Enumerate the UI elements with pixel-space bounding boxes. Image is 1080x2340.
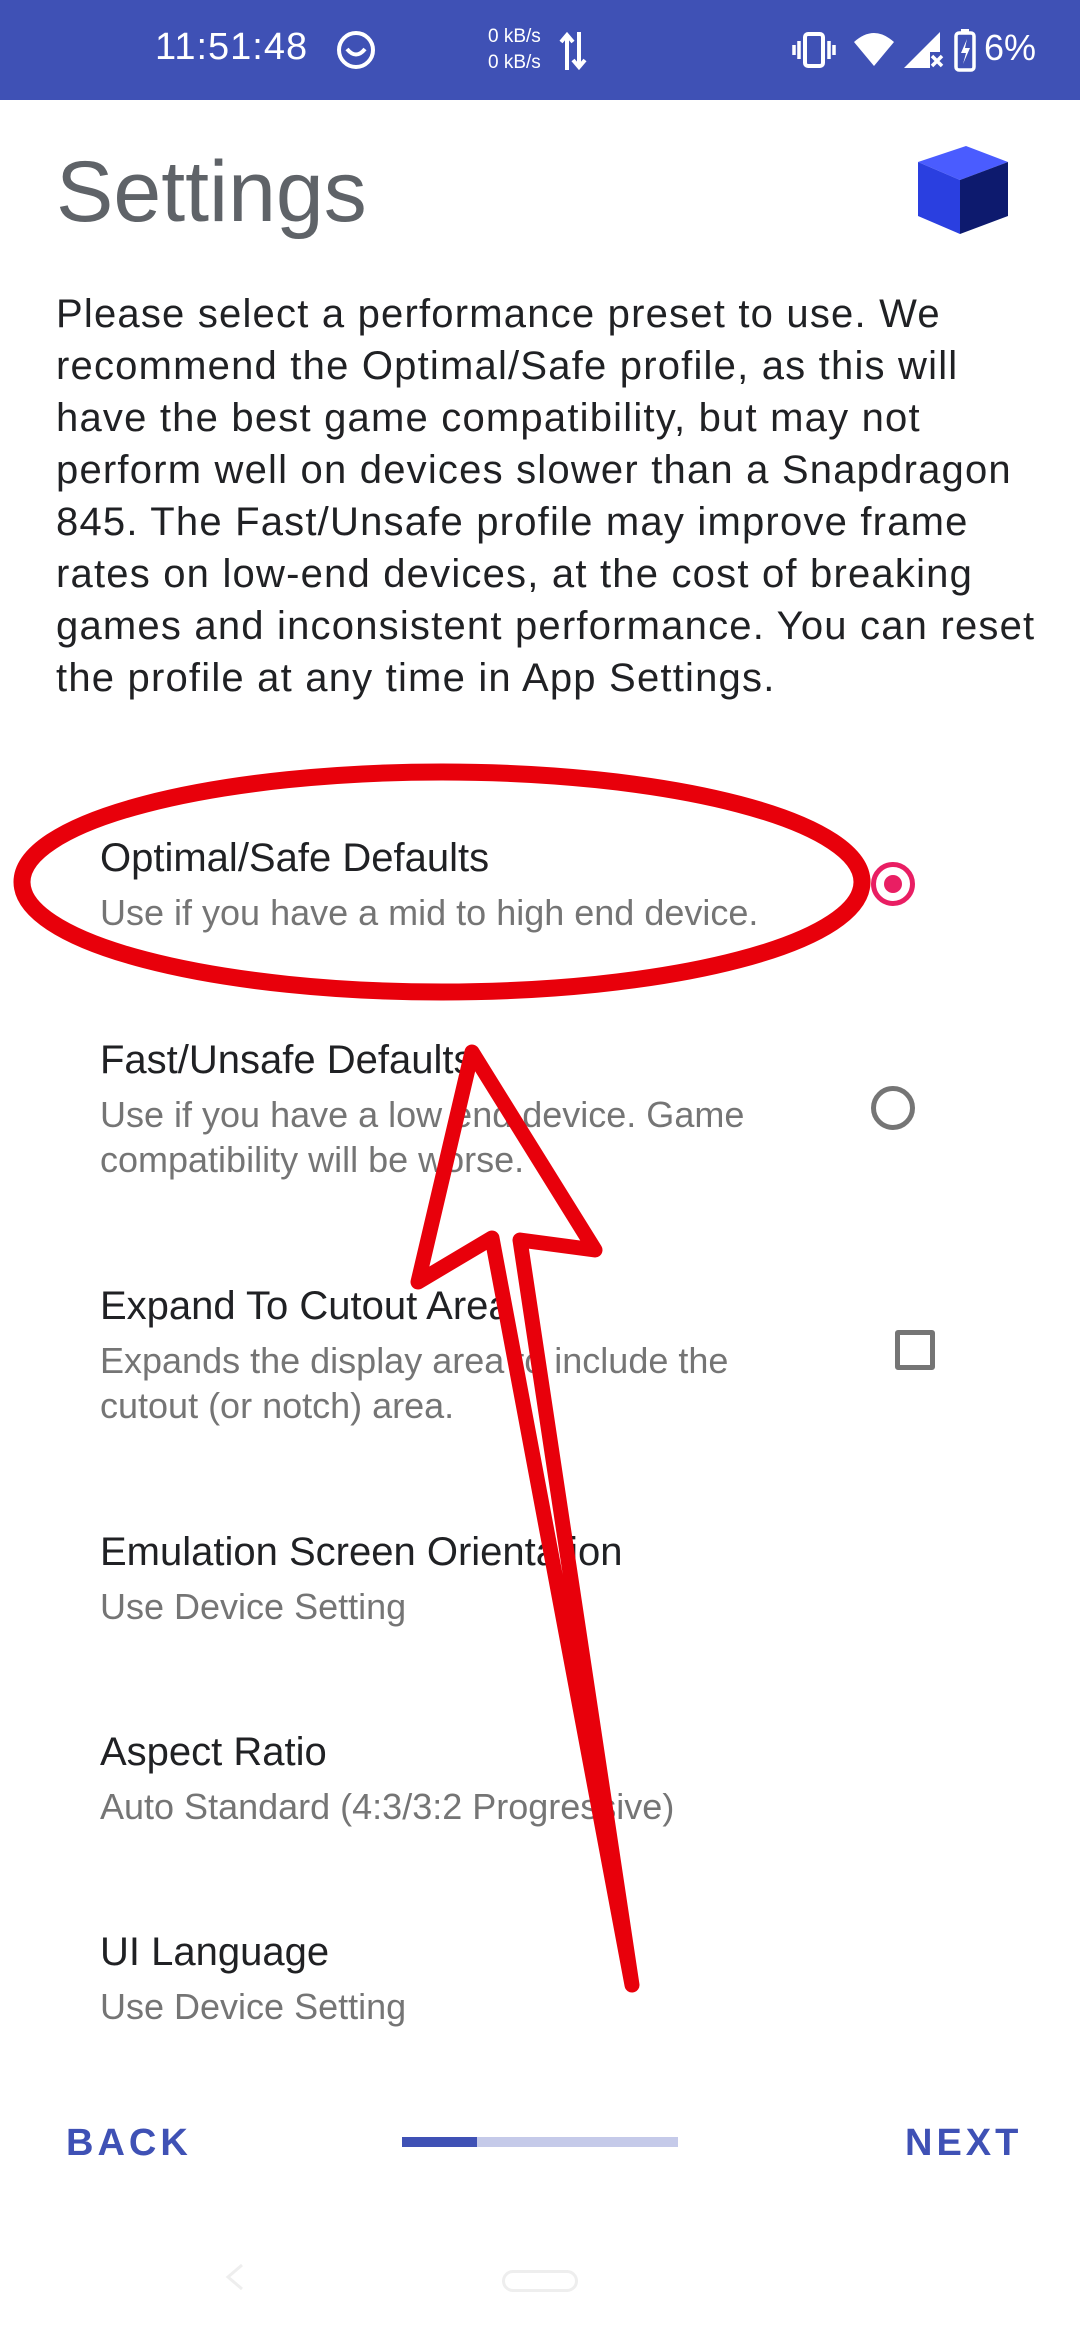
setting-title: Aspect Ratio (100, 1730, 327, 1774)
network-speed: 0 kB/s 0 kB/s (488, 24, 541, 76)
radio-optimal-safe[interactable] (871, 862, 915, 906)
system-home-pill[interactable] (502, 2270, 578, 2292)
data-arrows-icon (559, 31, 587, 71)
system-back-icon[interactable] (222, 2262, 246, 2292)
setting-summary: Expands the display area to include the … (100, 1340, 729, 1426)
setting-expand-cutout[interactable]: Expand To Cutout Area Expands the displa… (0, 1278, 1080, 1438)
setting-summary: Use if you have a low end device. Game c… (100, 1094, 745, 1180)
radio-fast-unsafe[interactable] (871, 1086, 915, 1130)
network-upload-speed: 0 kB/s (488, 26, 541, 47)
wifi-icon (854, 33, 894, 66)
page-title: Settings (56, 144, 367, 240)
app-notification-icon (337, 31, 375, 69)
network-download-speed: 0 kB/s (488, 52, 541, 73)
battery-percent: 6% (984, 27, 1037, 68)
setting-title: Expand To Cutout Area (100, 1284, 511, 1328)
setting-title: Fast/Unsafe Defaults (100, 1038, 474, 1082)
setup-progress-bar (402, 2137, 678, 2147)
signal-icon (904, 32, 944, 68)
setting-aspect-ratio[interactable]: Aspect Ratio Auto Standard (4:3/3:2 Prog… (0, 1724, 1080, 1844)
setting-title: UI Language (100, 1930, 330, 1974)
vibrate-icon (792, 32, 836, 68)
battery-charging-icon (954, 29, 976, 72)
setting-screen-orientation[interactable]: Emulation Screen Orientation Use Device … (0, 1524, 1080, 1644)
setting-summary: Auto Standard (4:3/3:2 Progressive) (100, 1786, 675, 1827)
setting-fast-unsafe[interactable]: Fast/Unsafe Defaults Use if you have a l… (0, 1032, 1080, 1192)
next-button[interactable]: NEXT (905, 2122, 1022, 2165)
progress-fill (402, 2137, 477, 2147)
back-button[interactable]: BACK (66, 2122, 192, 2165)
setting-summary: Use Device Setting (100, 1586, 407, 1627)
setting-ui-language[interactable]: UI Language Use Device Setting (0, 1924, 1080, 2044)
setting-optimal-safe[interactable]: Optimal/Safe Defaults Use if you have a … (0, 832, 1080, 933)
intro-description: Please select a performance preset to us… (56, 292, 1036, 700)
setting-title: Optimal/Safe Defaults (100, 836, 490, 880)
status-time: 11:51:48 (155, 26, 309, 68)
setting-summary: Use if you have a mid to high end device… (100, 892, 759, 933)
setting-title: Emulation Screen Orientation (100, 1530, 623, 1574)
setting-summary: Use Device Setting (100, 1986, 407, 2027)
cube-logo-icon (918, 146, 1008, 234)
status-bar: 11:51:48 0 kB/s 0 kB/s 6% (0, 0, 1080, 100)
checkbox-expand-cutout[interactable] (895, 1330, 935, 1370)
